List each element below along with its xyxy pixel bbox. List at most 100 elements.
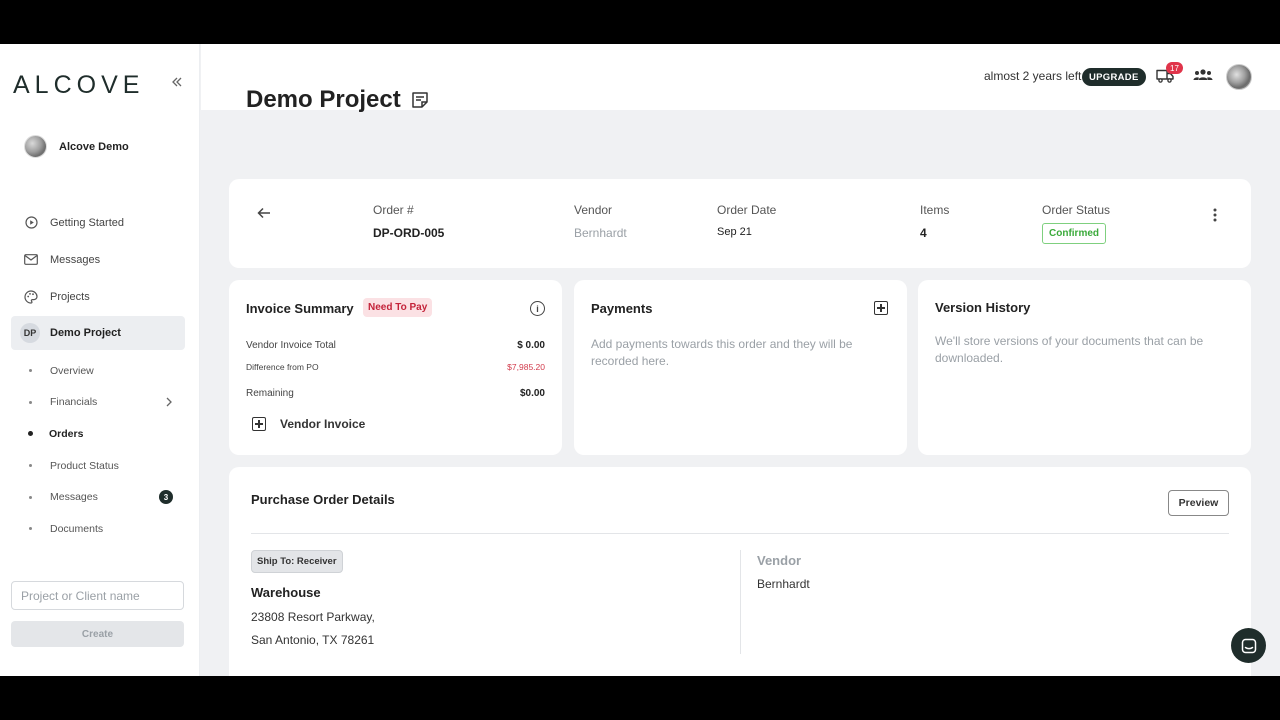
po-vendor-name: Bernhardt	[757, 577, 810, 591]
app-frame: ALCOVE Alcove Demo Getting Started Messa…	[0, 44, 1280, 676]
status-badge: Confirmed	[1042, 223, 1106, 244]
sidebar-item-label: Getting Started	[50, 216, 124, 229]
sidebar-item-projects[interactable]: Projects	[11, 278, 185, 315]
items-value: 4	[920, 226, 927, 240]
vendor-invoice-total-label: Vendor Invoice Total	[246, 340, 336, 351]
order-summary-card: Order # DP-ORD-005 Vendor Bernhardt Orde…	[229, 179, 1251, 268]
sidebar-item-getting-started[interactable]: Getting Started	[11, 204, 185, 241]
chevron-right-icon	[165, 396, 173, 410]
sidebar-item-messages[interactable]: Messages	[11, 241, 185, 278]
order-status-label: Order Status	[1042, 203, 1111, 217]
project-badge: DP	[20, 323, 40, 343]
subnav-item-messages[interactable]: Messages 3	[11, 481, 185, 513]
vendor-label: Vendor	[574, 203, 613, 217]
subnav-label: Overview	[50, 364, 94, 377]
difference-row: Difference from PO $7,985.20	[246, 362, 545, 372]
info-icon[interactable]: i	[530, 301, 545, 316]
bullet-icon	[29, 400, 32, 404]
subnav-label: Financials	[50, 396, 98, 409]
subnav-item-orders[interactable]: Orders	[11, 418, 185, 450]
ship-address-line1: 23808 Resort Parkway,	[251, 610, 375, 624]
order-number-label: Order #	[373, 203, 414, 217]
project-subnav: Overview Financials Orders Product Statu…	[11, 355, 185, 545]
remaining-label: Remaining	[246, 388, 294, 399]
more-options-icon[interactable]	[1210, 208, 1220, 222]
add-vendor-invoice-label: Vendor Invoice	[280, 417, 366, 431]
subnav-item-overview[interactable]: Overview	[11, 355, 185, 387]
preview-button[interactable]: Preview	[1168, 490, 1229, 516]
logo: ALCOVE	[13, 71, 145, 99]
user-name: Alcove Demo	[59, 140, 129, 153]
ship-to-badge: Ship To: Receiver	[251, 550, 343, 573]
remaining-row: Remaining $0.00	[246, 388, 545, 399]
sidebar-nav: Getting Started Messages Projects DP Dem…	[11, 204, 185, 350]
project-search-input[interactable]	[11, 581, 184, 610]
items-field: Items 4	[920, 203, 949, 240]
user-avatar[interactable]	[1226, 64, 1252, 90]
vendor-invoice-total-value: $ 0.00	[517, 340, 545, 351]
difference-label: Difference from PO	[246, 362, 319, 372]
invoice-summary-title: Invoice Summary	[246, 301, 354, 316]
chat-support-button[interactable]	[1231, 628, 1266, 663]
add-payment-icon[interactable]	[874, 301, 888, 315]
subnav-item-documents[interactable]: Documents	[11, 513, 185, 545]
divider	[251, 533, 1229, 534]
difference-value: $7,985.20	[507, 362, 545, 372]
unread-count-badge: 3	[159, 490, 173, 505]
subnav-label: Documents	[50, 522, 104, 535]
order-number-field: Order # DP-ORD-005	[373, 203, 444, 240]
bullet-icon	[28, 431, 33, 437]
ship-address-line2: San Antonio, TX 78261	[251, 633, 375, 647]
purchase-order-title: Purchase Order Details	[251, 492, 395, 507]
invoice-summary-card: Invoice Summary Need To Pay i Vendor Inv…	[229, 280, 562, 455]
palette-icon	[24, 289, 38, 304]
create-button[interactable]: Create	[11, 621, 184, 647]
payments-card: Payments Add payments towards this order…	[574, 280, 907, 455]
ship-to-name: Warehouse	[251, 585, 321, 600]
payment-status-badge: Need To Pay	[363, 298, 433, 317]
subnav-item-financials[interactable]: Financials	[11, 387, 185, 419]
bullet-icon	[29, 369, 32, 373]
vendor-value: Bernhardt	[574, 226, 627, 240]
bullet-icon	[29, 495, 32, 499]
subnav-label: Orders	[49, 427, 84, 440]
upgrade-button[interactable]: UPGRADE	[1082, 68, 1146, 86]
chat-icon	[1241, 638, 1256, 653]
subnav-label: Product Status	[50, 459, 119, 472]
notification-count-badge: 17	[1166, 62, 1183, 74]
bullet-icon	[29, 464, 32, 468]
plus-square-icon	[252, 417, 266, 431]
bullet-icon	[29, 527, 32, 531]
play-circle-icon	[24, 216, 38, 230]
order-date-field: Order Date Sep 21	[717, 203, 776, 238]
payments-empty-text: Add payments towards this order and they…	[591, 337, 853, 368]
order-status-field: Order Status Confirmed	[1042, 203, 1110, 244]
column-divider	[740, 550, 741, 654]
order-number-value: DP-ORD-005	[373, 226, 445, 240]
back-arrow-icon[interactable]	[257, 206, 271, 224]
sidebar-item-label: Messages	[50, 253, 101, 266]
notes-icon[interactable]	[411, 91, 429, 109]
po-vendor-label: Vendor	[757, 553, 802, 568]
user-profile[interactable]: Alcove Demo	[24, 135, 129, 158]
trial-remaining-text: almost 2 years left	[984, 69, 1082, 83]
version-history-title: Version History	[935, 300, 1031, 315]
payments-title: Payments	[591, 301, 653, 316]
add-vendor-invoice-button[interactable]: Vendor Invoice	[252, 417, 365, 431]
vendor-invoice-total-row: Vendor Invoice Total $ 0.00	[246, 340, 545, 351]
collapse-sidebar-icon[interactable]	[170, 75, 186, 91]
avatar	[24, 135, 47, 158]
remaining-value: $0.00	[519, 388, 545, 399]
purchase-order-card: Purchase Order Details Preview Ship To: …	[229, 467, 1251, 676]
sidebar-item-demo-project[interactable]: DP Demo Project	[11, 316, 185, 350]
order-date-value: Sep 21	[717, 226, 752, 238]
sidebar-item-label: Projects	[50, 290, 90, 303]
subnav-item-product-status[interactable]: Product Status	[11, 450, 185, 482]
subnav-label: Messages	[50, 491, 98, 504]
order-date-label: Order Date	[717, 203, 777, 217]
mail-icon	[24, 253, 38, 267]
team-icon[interactable]	[1193, 68, 1213, 84]
vendor-field: Vendor Bernhardt	[574, 203, 627, 240]
sidebar-item-label: Demo Project	[50, 327, 121, 339]
version-history-empty-text: We'll store versions of your documents t…	[935, 334, 1204, 365]
